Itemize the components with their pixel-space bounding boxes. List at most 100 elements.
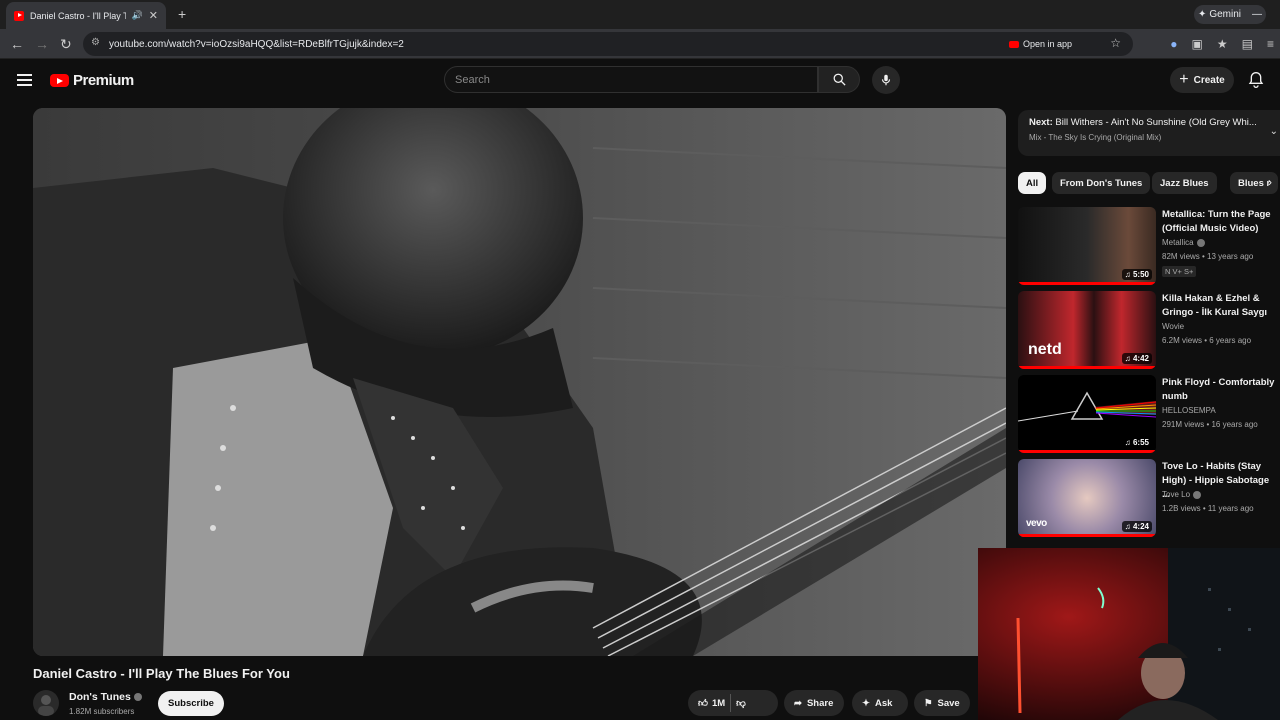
video-thumbnail[interactable]: ♫ 6:55	[1018, 375, 1156, 453]
channel-name[interactable]: Don's Tunes	[69, 691, 142, 703]
notifications-bell-icon[interactable]	[1248, 71, 1264, 89]
ask-button[interactable]: ✦ Ask	[852, 690, 908, 716]
recommendation-item[interactable]: ♫ 5:50 Metallica: Turn the Page (Officia…	[1018, 207, 1280, 287]
watch-progress-bar	[1018, 366, 1156, 369]
recommendation-channel[interactable]: Metallica	[1162, 238, 1205, 247]
thumbs-up-icon: 👍︎	[698, 698, 708, 709]
up-next-prefix: Next:	[1029, 117, 1053, 128]
extensions-icon[interactable]: ▣	[1192, 37, 1203, 51]
minimize-icon[interactable]: —	[1252, 9, 1262, 20]
gemini-icon: ✦	[1197, 9, 1207, 20]
gemini-button[interactable]: ✦ Gemini —	[1194, 5, 1266, 24]
chevron-right-icon[interactable]: ›	[1268, 175, 1272, 189]
duration-badge: ♫ 5:50	[1121, 269, 1152, 280]
watch-progress-bar	[1018, 450, 1156, 453]
youtube-icon	[1008, 40, 1019, 48]
profile-extension-icon[interactable]: ●	[1170, 37, 1177, 51]
voice-search-button[interactable]	[872, 66, 900, 94]
browser-tabstrip: Daniel Castro - I'll Play The 🔊 ✕ + ✦ Ge…	[0, 0, 1280, 29]
recommendation-meta: 6.2M views • 6 years ago	[1162, 336, 1252, 345]
chip-jazz-blues[interactable]: Jazz Blues	[1152, 172, 1217, 194]
forward-icon[interactable]: →	[35, 36, 49, 52]
video-player[interactable]	[33, 108, 1006, 656]
reading-list-icon[interactable]: ★	[1217, 37, 1228, 51]
recommendation-channel[interactable]: Wovie	[1162, 322, 1184, 331]
browser-toolbar: ← → ↻ ⚙ youtube.com/watch?v=ioOzsi9aHQQ&…	[0, 29, 1280, 59]
channel-avatar[interactable]	[33, 690, 59, 716]
save-button[interactable]: ⚑ Save	[914, 690, 970, 716]
video-thumbnail[interactable]: netd ♫ 4:42	[1018, 291, 1156, 369]
subscribe-button[interactable]: Subscribe	[158, 691, 224, 716]
recommendation-channel[interactable]: HELLOSEMPA	[1162, 406, 1216, 415]
chip-all[interactable]: All	[1018, 172, 1047, 194]
netd-logo: netd	[1028, 341, 1062, 358]
url-text: youtube.com/watch?v=ioOzsi9aHQQ&list=RDe…	[109, 38, 404, 50]
search-placeholder: Search	[455, 73, 490, 86]
share-icon: ➦	[794, 697, 802, 709]
recommendation-item[interactable]: vevo ♫ 4:24 Tove Lo - Habits (Stay High)…	[1018, 459, 1280, 539]
close-tab-icon[interactable]: ✕	[149, 9, 158, 22]
recommendation-item[interactable]: netd ♫ 4:42 Killa Hakan & Ezhel & Gringo…	[1018, 291, 1280, 371]
like-dislike-group: 👍︎ 1M 👎︎	[688, 690, 778, 716]
recommendation-meta: 82M views • 13 years ago	[1162, 252, 1254, 261]
recommendation-item[interactable]: ♫ 6:55 Pink Floyd - Comfortably numb HEL…	[1018, 375, 1280, 455]
ask-label: Ask	[874, 697, 893, 709]
up-next-title: Next: Bill Withers - Ain't No Sunshine (…	[1029, 117, 1269, 128]
up-next-mix: Mix - The Sky Is Crying (Original Mix)	[1029, 133, 1162, 142]
hamburger-menu-icon[interactable]	[17, 74, 32, 86]
share-button[interactable]: ➦ Share	[784, 690, 844, 716]
sparkle-icon: ✦	[862, 697, 870, 709]
recommendation-channel[interactable]: Tove Lo	[1162, 490, 1202, 499]
reload-icon[interactable]: ↻	[60, 36, 72, 53]
side-panel-icon[interactable]: ≡	[1267, 37, 1274, 51]
open-in-app-label: Open in app	[1022, 39, 1072, 49]
extension-icons: ● ▣ ★ ▤ ≡	[1170, 37, 1274, 51]
filter-chips: All From Don's Tunes Jazz Blues Blues r	[1018, 172, 1280, 194]
divider	[730, 694, 732, 712]
chip-from-dons-tunes[interactable]: From Don's Tunes	[1052, 172, 1151, 194]
webcam-overlay	[978, 548, 1280, 720]
duration-badge: ♫ 6:55	[1121, 437, 1152, 448]
new-tab-icon[interactable]: +	[178, 6, 186, 22]
search-icon	[833, 73, 846, 86]
search-button[interactable]	[818, 66, 860, 93]
like-button[interactable]: 👍︎ 1M	[698, 697, 725, 710]
microphone-icon	[881, 74, 891, 86]
save-label: Save	[937, 697, 960, 709]
browser-tab[interactable]: Daniel Castro - I'll Play The 🔊 ✕	[6, 2, 166, 29]
share-label: Share	[806, 697, 834, 709]
youtube-play-icon	[50, 74, 69, 87]
back-icon[interactable]: ←	[10, 36, 24, 52]
thumbs-down-icon: 👎︎	[736, 698, 746, 709]
up-next-panel[interactable]: Next: Bill Withers - Ain't No Sunshine (…	[1018, 110, 1280, 156]
create-button[interactable]: + Create	[1170, 67, 1234, 93]
site-info-icon[interactable]: ⚙	[91, 37, 100, 48]
audio-playing-icon[interactable]: 🔊	[132, 10, 143, 21]
youtube-logo[interactable]: Premium	[50, 72, 134, 89]
recommendation-title: Pink Floyd - Comfortably numb	[1162, 377, 1275, 402]
video-thumbnail[interactable]: ♫ 5:50	[1018, 207, 1156, 285]
recommendation-title: Killa Hakan & Ezhel & Gringo - İlk Kural…	[1162, 293, 1268, 318]
search-input[interactable]: Search	[444, 66, 818, 93]
video-frame	[33, 108, 1006, 656]
create-label: Create	[1193, 74, 1225, 86]
bookmark-star-icon[interactable]: ☆	[1110, 36, 1121, 50]
video-title: Daniel Castro - I'll Play The Blues For …	[33, 666, 290, 681]
open-in-app-button[interactable]: Open in app	[1003, 35, 1078, 53]
verified-icon	[1193, 490, 1202, 499]
recommendation-badge: N V+ S+	[1162, 266, 1197, 277]
verified-icon	[133, 693, 142, 702]
gemini-label: Gemini	[1209, 9, 1242, 20]
plus-icon: +	[1179, 71, 1189, 88]
channel-name-text: Don's Tunes	[69, 691, 131, 703]
save-playlist-icon: ⚑	[924, 697, 933, 709]
dislike-button[interactable]: 👎︎	[736, 697, 746, 709]
address-bar[interactable]: ⚙ youtube.com/watch?v=ioOzsi9aHQQ&list=R…	[83, 32, 1133, 56]
youtube-favicon-icon	[14, 10, 24, 21]
tab-search-icon[interactable]: ▤	[1242, 37, 1253, 51]
duration-badge: ♫ 4:24	[1121, 521, 1152, 532]
logo-text: Premium	[73, 72, 134, 89]
video-thumbnail[interactable]: vevo ♫ 4:24	[1018, 459, 1156, 537]
chevron-down-icon[interactable]: ⌄	[1270, 126, 1278, 137]
vevo-logo: vevo	[1026, 518, 1047, 529]
